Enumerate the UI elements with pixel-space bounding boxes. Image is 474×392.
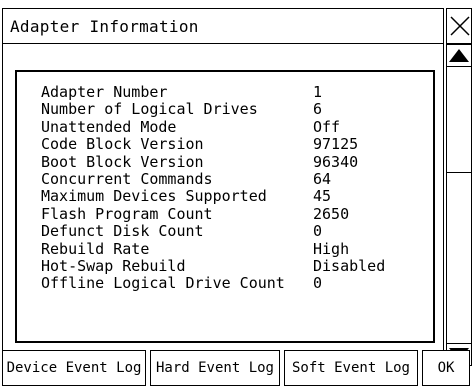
info-value: 45 <box>313 187 332 206</box>
info-row: Hot-Swap Rebuild Disabled <box>41 257 386 276</box>
info-value: 97125 <box>313 135 359 154</box>
info-label: Code Block Version <box>41 135 204 154</box>
info-row: Rebuild Rate High <box>41 239 385 258</box>
info-value: 0 <box>313 222 323 241</box>
device-event-log-button[interactable]: Device Event Log <box>2 350 146 386</box>
info-row: Number of Logical Drives 6 <box>41 100 385 119</box>
info-label: Flash Program Count <box>41 204 213 223</box>
info-row: Maximum Devices Supported 45 <box>41 187 385 206</box>
info-value: 96340 <box>313 152 359 171</box>
info-label: Unattended Mode <box>41 117 177 136</box>
info-row: Flash Program Count 2650 <box>41 204 385 223</box>
adapter-info-box: Adapter Number 1 Number of Logical Drive… <box>15 70 435 343</box>
ok-button[interactable]: OK <box>422 350 470 386</box>
info-row: Code Block Version 97125 <box>41 135 385 154</box>
info-label: Rebuild Rate <box>41 239 150 258</box>
scroll-thumb[interactable] <box>447 67 471 173</box>
adapter-information-window: Adapter Information Adapter Number 1 Num… <box>0 0 474 392</box>
info-row: Concurrent Commands 64 <box>41 170 385 189</box>
info-label: Concurrent Commands <box>41 170 213 189</box>
info-label: Maximum Devices Supported <box>41 187 267 206</box>
info-rows: Adapter Number 1 Number of Logical Drive… <box>41 83 386 293</box>
content-panel: Adapter Number 1 Number of Logical Drive… <box>2 44 444 366</box>
close-icon <box>450 16 470 36</box>
info-value: Disabled <box>313 257 386 276</box>
up-triangle-icon <box>449 49 469 62</box>
info-value: Off <box>313 117 341 136</box>
info-value: 6 <box>313 100 323 119</box>
button-bar: Device Event Log Hard Event Log Soft Eve… <box>0 350 474 392</box>
soft-event-log-button[interactable]: Soft Event Log <box>284 350 418 386</box>
info-label: Offline Logical Drive Count <box>41 274 285 293</box>
info-row: Unattended Mode Off <box>41 117 385 136</box>
info-label: Hot-Swap Rebuild <box>41 257 186 276</box>
info-row: Offline Logical Drive Count 0 <box>41 274 385 293</box>
info-label: Defunct Disk Count <box>41 222 204 241</box>
hard-event-log-button[interactable]: Hard Event Log <box>150 350 280 386</box>
info-label: Boot Block Version <box>41 152 204 171</box>
scroll-up-button[interactable] <box>447 45 471 67</box>
info-value: High <box>313 239 350 258</box>
info-label: Number of Logical Drives <box>41 100 258 119</box>
title-bar: Adapter Information <box>2 8 444 44</box>
info-value: 0 <box>313 274 323 293</box>
info-row: Defunct Disk Count 0 <box>41 222 385 241</box>
info-value: 1 <box>313 83 323 101</box>
info-value: 64 <box>313 170 332 189</box>
window-title: Adapter Information <box>10 17 199 36</box>
info-value: 2650 <box>313 204 350 223</box>
info-row: Adapter Number 1 <box>41 83 385 101</box>
close-button[interactable] <box>446 8 472 44</box>
info-label: Adapter Number <box>41 83 168 101</box>
info-row: Boot Block Version 96340 <box>41 152 385 171</box>
vertical-scrollbar[interactable] <box>446 44 472 366</box>
